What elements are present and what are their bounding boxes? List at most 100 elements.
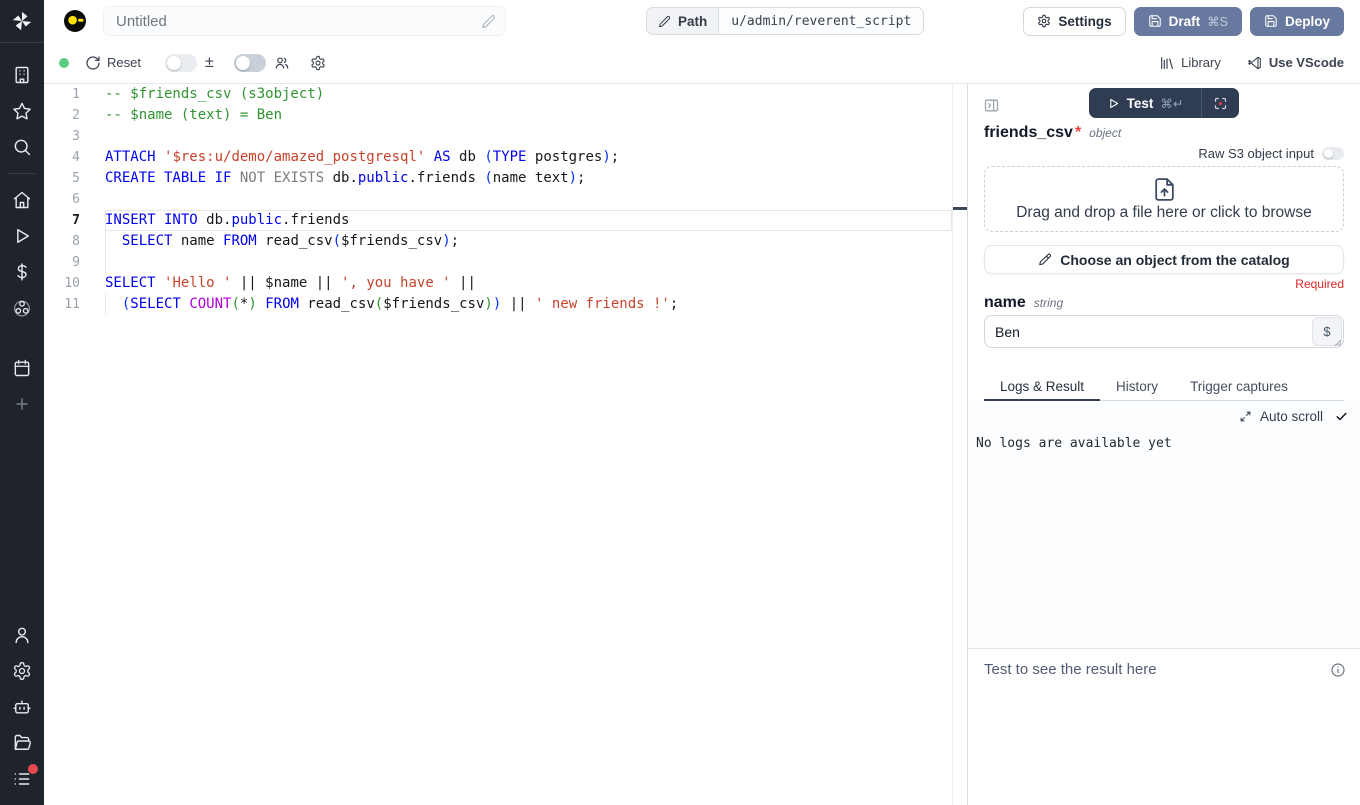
result-panel: Test to see the result here [968,649,1360,805]
variables-dollar-icon[interactable] [0,254,44,290]
search-icon[interactable] [0,129,44,165]
file-dropzone[interactable]: Drag and drop a file here or click to br… [984,166,1344,232]
settings-gear-icon [1037,14,1051,28]
save-icon [1264,14,1278,28]
code-line[interactable] [105,189,952,210]
plus-minus-icon: ± [205,54,214,72]
sidebar-group-main [0,182,44,326]
diff-toggle[interactable] [165,54,197,72]
raw-s3-toggle[interactable] [1322,147,1344,160]
favorites-star-icon[interactable] [0,93,44,129]
sidebar-group-schedules [0,350,44,386]
draft-shortcut: ⌘S [1207,14,1228,29]
logs-panel: Auto scroll No logs are available yet [968,401,1360,649]
reset-label: Reset [107,55,141,70]
path-button[interactable]: Path u/admin/reverent_script [646,7,924,35]
required-asterisk: * [1075,124,1081,142]
editor-code[interactable]: -- $friends_csv (s3object)-- $name (text… [105,84,952,315]
line-number: 8 [44,231,80,252]
script-title-input[interactable]: Untitled [103,6,506,36]
expand-logs-icon[interactable] [1239,410,1252,423]
arg-friends-csv-type: object [1089,126,1121,140]
sidebar-group-top [0,57,44,165]
line-number: 4 [44,147,80,168]
result-tabs: Logs & ResultHistoryTrigger captures [984,373,1344,401]
test-label: Test [1127,96,1154,111]
windmill-logo-icon[interactable] [0,0,44,43]
reset-button[interactable]: Reset [85,55,141,71]
code-line[interactable]: (SELECT COUNT(*) FROM read_csv($friends_… [105,294,952,315]
line-number: 10 [44,273,80,294]
editor-settings-gear-icon[interactable] [310,55,326,71]
vscode-icon [1247,55,1263,71]
result-placeholder: Test to see the result here [984,661,1157,678]
code-editor[interactable]: 1234567891011 -- $friends_csv (s3object)… [44,84,967,805]
auto-scroll-checkbox[interactable] [1335,410,1348,423]
use-vscode-label: Use VScode [1269,55,1344,70]
line-number: 6 [44,189,80,210]
app-root: Untitled Path u/admin/reverent_script Se… [0,0,1360,805]
draft-label: Draft [1169,14,1201,29]
code-line[interactable] [105,126,952,147]
library-label: Library [1181,55,1221,70]
code-line[interactable]: CREATE TABLE IF NOT EXISTS db.public.fri… [105,168,952,189]
tab-history[interactable]: History [1100,373,1174,400]
code-line[interactable]: -- $name (text) = Ben [105,105,952,126]
collapse-panel-icon[interactable] [983,97,1000,114]
name-input[interactable] [985,316,1311,347]
name-input-wrap: $ [984,315,1344,348]
script-title-value: Untitled [116,13,167,30]
test-panel: Test ⌘↵ friends_csv * object [967,84,1360,805]
code-line[interactable]: -- $friends_csv (s3object) [105,84,952,105]
add-plus-icon[interactable] [0,386,44,422]
schedules-calendar-icon[interactable] [0,350,44,386]
capture-test-button[interactable] [1202,96,1239,111]
ai-bot-icon[interactable] [0,689,44,725]
sidebar [0,0,44,805]
choose-object-button[interactable]: Choose an object from the catalog [984,245,1344,274]
workspace-building-icon[interactable] [0,57,44,93]
tab-logs-result[interactable]: Logs & Result [984,373,1100,400]
edit-title-pencil-icon[interactable] [481,14,496,29]
code-line[interactable]: SELECT 'Hello ' || $name || ', you have … [105,273,952,294]
arg-name-type: string [1034,296,1063,310]
settings-label: Settings [1058,14,1111,29]
audit-logs-list-icon[interactable] [0,761,44,797]
save-icon [1148,14,1162,28]
settings-gear-icon[interactable] [0,653,44,689]
tab-trigger-captures[interactable]: Trigger captures [1174,373,1304,400]
line-number: 2 [44,105,80,126]
home-icon[interactable] [0,182,44,218]
test-shortcut: ⌘↵ [1160,96,1183,111]
use-vscode-button[interactable]: Use VScode [1247,55,1344,71]
code-line[interactable] [105,252,952,273]
user-icon[interactable] [0,617,44,653]
path-value: u/admin/reverent_script [719,8,923,34]
line-number: 1 [44,84,80,105]
pen-icon [1038,253,1052,267]
settings-button[interactable]: Settings [1023,7,1125,36]
draft-button[interactable]: Draft ⌘S [1134,7,1242,36]
raw-s3-toggle-label: Raw S3 object input [1198,146,1314,161]
deploy-button[interactable]: Deploy [1250,7,1344,36]
folders-icon[interactable] [0,725,44,761]
duckdb-language-icon [64,10,86,32]
editor-scrollbar-track[interactable] [952,84,953,805]
test-button[interactable]: Test ⌘↵ [1089,96,1201,111]
code-line[interactable]: ATTACH '$res:u/demo/amazed_postgresql' A… [105,147,952,168]
library-button[interactable]: Library [1159,55,1221,71]
sidebar-divider [8,173,36,174]
runs-play-icon[interactable] [0,218,44,254]
required-note: Required [984,277,1344,291]
resize-handle[interactable] [1334,339,1342,347]
refresh-icon [85,55,101,71]
notification-dot [28,764,38,774]
path-label-segment: Path [647,8,719,34]
info-icon[interactable] [1330,662,1346,678]
multiplayer-toggle[interactable] [234,54,266,72]
resources-spinner-icon[interactable] [0,290,44,326]
code-line[interactable]: SELECT name FROM read_csv($friends_csv); [105,231,952,252]
auto-scroll-label: Auto scroll [1260,409,1323,424]
code-line[interactable]: INSERT INTO db.public.friends [105,210,952,231]
deploy-label: Deploy [1285,14,1330,29]
